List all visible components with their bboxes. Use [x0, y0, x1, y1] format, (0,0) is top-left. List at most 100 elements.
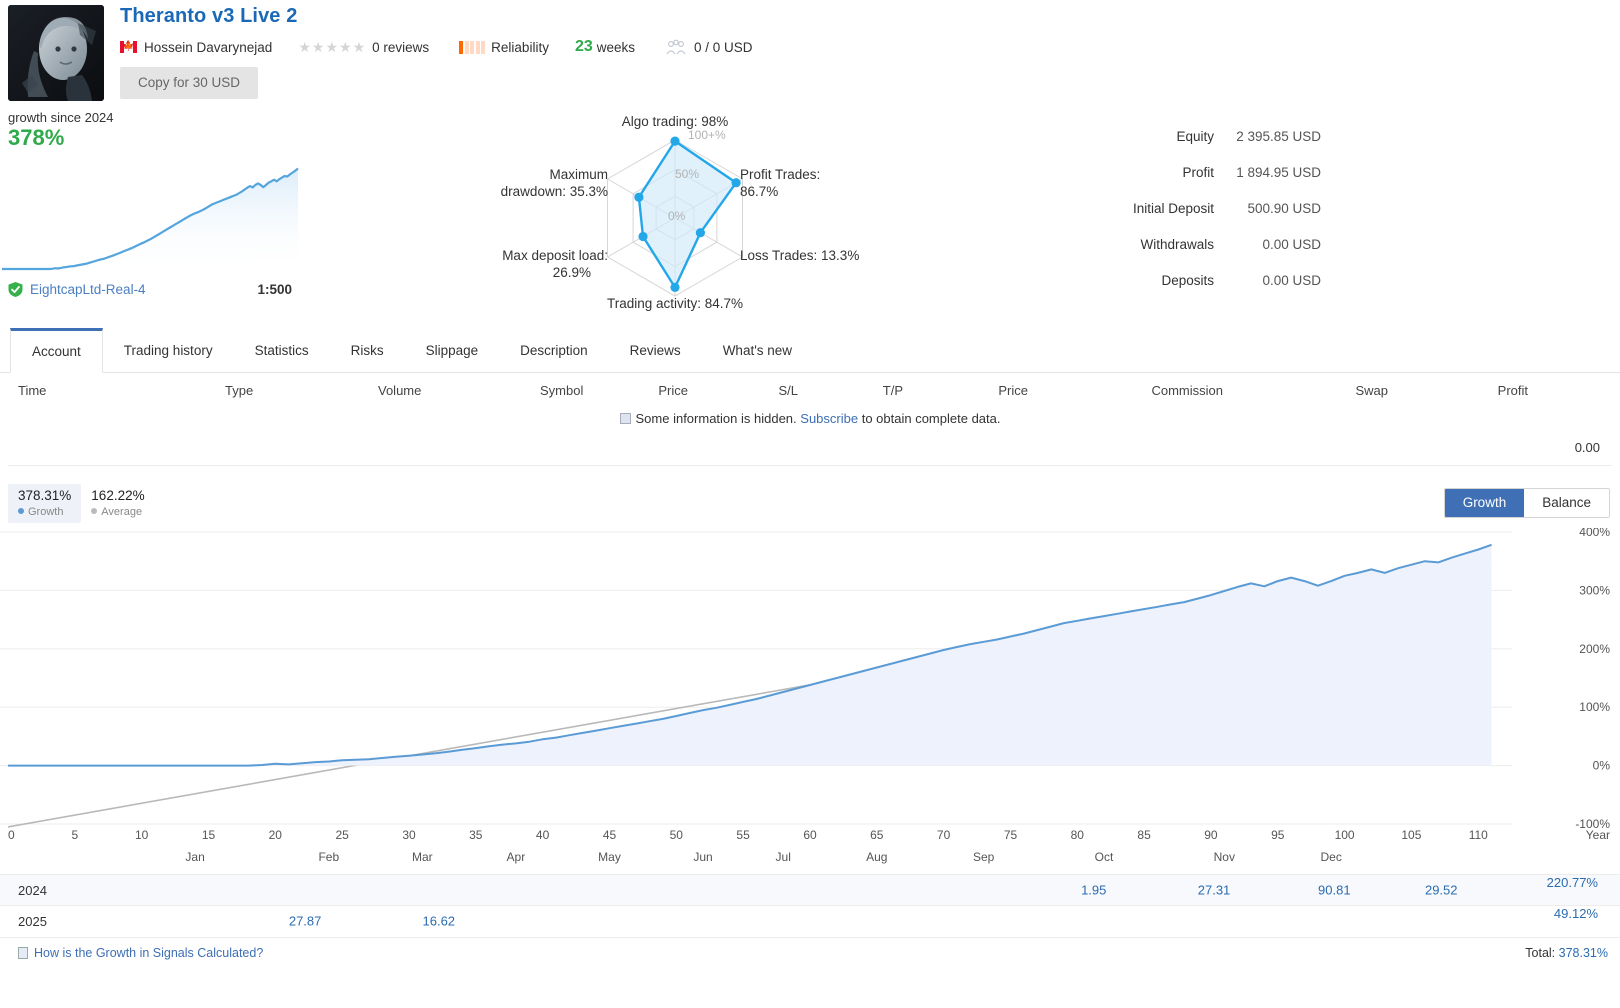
column-header-swap[interactable]: Swap [1355, 383, 1388, 398]
column-header-commission[interactable]: Commission [1151, 383, 1223, 398]
year-label: 2025 [18, 913, 47, 929]
chart-month-axis: Jan Feb Mar Apr May Jun Jul Aug Sep Oct Nov Dec [0, 850, 1620, 874]
equity-bar-track [1331, 268, 1616, 293]
tab-risks[interactable]: Risks [330, 328, 405, 372]
column-header-time[interactable]: Time [18, 383, 46, 398]
reviews-count[interactable]: 0 reviews [372, 40, 429, 55]
mini-growth-chart [0, 158, 300, 275]
growth-chart: 400% 300% 200% 100% 0% -100% [0, 528, 1620, 828]
equity-bar-track [1331, 160, 1616, 185]
x-axis-tick: 5 [71, 828, 79, 842]
broker-name[interactable]: EightcapLtd-Real-4 [30, 282, 146, 297]
page-title[interactable]: Theranto v3 Live 2 [120, 4, 753, 28]
toggle-balance[interactable]: Balance [1524, 489, 1609, 517]
info-icon [619, 413, 631, 424]
weeks-label: weeks [596, 39, 636, 55]
legend-item-growth[interactable]: 378.31% Growth [8, 484, 82, 523]
tab-description[interactable]: Description [499, 328, 609, 372]
hidden-note-text-2: to obtain complete data. [861, 411, 1001, 426]
tab-account[interactable]: Account [10, 328, 103, 373]
weeks-number: 23 [574, 38, 593, 55]
tab-trading-history[interactable]: Trading history [103, 328, 234, 372]
year-total: 220.77% [1546, 875, 1598, 890]
equity-bar-track [1331, 124, 1616, 149]
star-icon: ★ [339, 39, 353, 55]
column-header-volume[interactable]: Volume [378, 383, 421, 398]
trades-total-value: 0.00 [8, 432, 1612, 466]
star-icon: ★ [298, 39, 312, 55]
month-tick-jun: Jun [693, 850, 713, 864]
chart-legend: 378.31% Growth 162.22% Average [8, 484, 155, 523]
x-axis-tick: 10 [135, 828, 149, 842]
help-icon [18, 946, 28, 959]
x-axis-tick: 20 [268, 828, 282, 842]
radar-ring-label-100: 100+% [688, 128, 726, 142]
star-icon: ★ [325, 39, 340, 55]
column-header-profit[interactable]: Profit [1498, 383, 1528, 398]
radar-label-maximum-drawdown-value: drawdown: 35.3% [501, 184, 608, 199]
rating-stars[interactable]: ★ ★ ★ ★ ★ [298, 40, 366, 54]
x-axis-tick: 75 [1003, 828, 1018, 842]
tab-statistics[interactable]: Statistics [234, 328, 330, 372]
month-tick-may: May [598, 850, 621, 864]
radar-ring-label-50: 50% [675, 167, 699, 181]
equity-value: 2 395.85 USD [1236, 128, 1321, 144]
x-axis-tick: 95 [1271, 828, 1285, 842]
column-header-t-p[interactable]: T/P [883, 383, 903, 398]
hidden-note-text: Some information is hidden. [635, 411, 797, 426]
equity-row: Equity 2 395.85 USD [1106, 118, 1616, 154]
column-header-type[interactable]: Type [225, 383, 253, 398]
column-header-price[interactable]: Price [998, 383, 1028, 398]
legend-dot-blue [18, 508, 24, 514]
y-axis-tick: 400% [1579, 528, 1610, 539]
month-tick-oct: Oct [1094, 850, 1114, 864]
legend-growth-value: 378.31% [18, 488, 72, 503]
column-header-s-l[interactable]: S/L [778, 383, 798, 398]
initial-deposit-label: Initial Deposit [1132, 200, 1214, 216]
legend-item-average[interactable]: 162.22% Average [81, 484, 154, 523]
x-axis-tick: 55 [736, 828, 750, 842]
author-name[interactable]: Hossein Davarynejad [144, 40, 272, 55]
x-axis-tick: 80 [1070, 828, 1084, 842]
x-axis-tick: 35 [469, 828, 483, 842]
tab-slippage[interactable]: Slippage [405, 328, 500, 372]
chart-mode-toggle: Growth Balance [1443, 488, 1610, 518]
column-header-price[interactable]: Price [658, 383, 688, 398]
withdrawals-value: 0.00 USD [1262, 236, 1321, 252]
legend-dot-grey [91, 508, 98, 514]
equity-bar-track [1331, 196, 1616, 221]
canada-flag-icon: 🍁 [120, 41, 137, 53]
column-header-symbol[interactable]: Symbol [540, 383, 583, 398]
month-tick-apr: Apr [506, 850, 526, 864]
x-axis-tick: 110 [1468, 828, 1488, 842]
mini-growth-block: growth since 2024 378% [0, 110, 300, 151]
year-label: 2024 [18, 882, 47, 898]
radar-ring-label-0: 0% [668, 209, 686, 223]
mini-growth-caption: growth since 2024 [8, 110, 114, 125]
tab-whats-new[interactable]: What's new [702, 328, 813, 372]
tab-reviews[interactable]: Reviews [609, 328, 702, 372]
table-header-row: Time Type Volume Symbol Price S/L T/P Price Comm… [8, 373, 1612, 407]
table-row: 2025 27.87 16.62 49.12% [0, 905, 1620, 937]
x-axis-tick: 105 [1401, 828, 1422, 842]
trades-table: Time Type Volume Symbol Price S/L T/P Price Comm… [0, 373, 1620, 466]
legend-growth-label: Growth [18, 505, 71, 519]
y-axis-tick: 300% [1579, 583, 1610, 597]
x-axis-tick: 15 [201, 828, 216, 842]
toggle-growth[interactable]: Growth [1444, 489, 1525, 517]
radar-label-trading-activity: Trading activity: 84.7% [607, 296, 743, 311]
month-tick-aug: Aug [866, 850, 888, 864]
growth-help-link[interactable]: How is the Growth in Signals Calculated? [18, 946, 263, 960]
reliability-icon [459, 40, 486, 54]
radar-label-maximum-drawdown: Maximum [549, 167, 608, 182]
radar-label-algo-trading: Algo trading: 98% [622, 114, 729, 129]
x-axis-tick: 30 [402, 828, 416, 842]
month-tick-mar: Mar [411, 850, 433, 864]
performance-radar-chart: 100+% 50% 0% Algo trading: 98% Profit Tr… [440, 110, 910, 320]
equity-label: Equity [1176, 128, 1214, 144]
x-axis-tick: 50 [669, 828, 683, 842]
copy-button[interactable]: Copy for 30 USD [120, 67, 259, 99]
subscribe-link[interactable]: Subscribe [800, 411, 858, 426]
initial-deposit-value: 500.90 USD [1247, 200, 1321, 216]
month-tick-nov: Nov [1213, 850, 1235, 864]
